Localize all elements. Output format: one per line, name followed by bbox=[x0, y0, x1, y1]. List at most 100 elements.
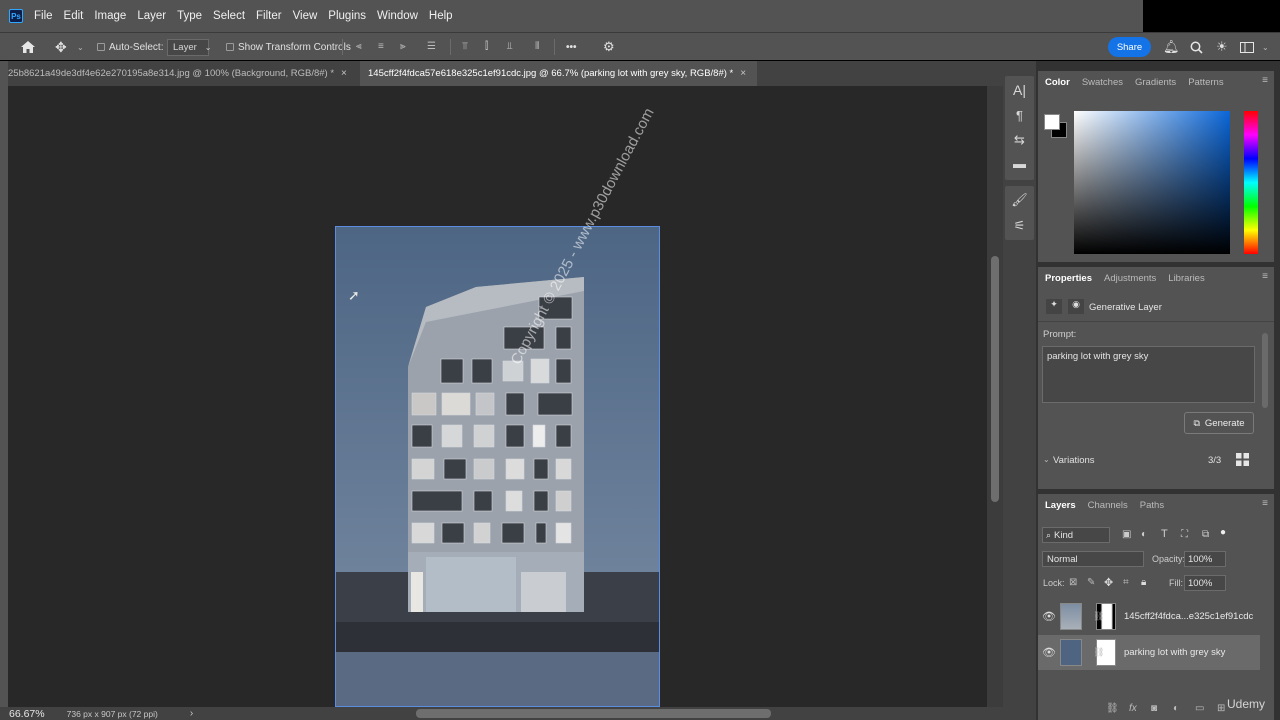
distribute-icon[interactable]: ☰ bbox=[427, 42, 436, 52]
menu-filter[interactable]: Filter bbox=[256, 10, 282, 22]
smart-object-filter-icon[interactable]: ⧉ bbox=[1202, 529, 1209, 540]
menu-edit[interactable]: Edit bbox=[64, 10, 84, 22]
align-center-icon[interactable]: ≡ bbox=[378, 42, 387, 52]
lock-artboard-icon[interactable]: ⌗ bbox=[1123, 577, 1129, 588]
lock-position-icon[interactable]: ✥ bbox=[1104, 576, 1113, 589]
lock-all-icon[interactable]: 🔒︎ bbox=[1141, 577, 1146, 588]
align-left-icon[interactable]: ⫷ bbox=[356, 42, 365, 52]
menu-help[interactable]: Help bbox=[429, 10, 453, 22]
status-arrow-icon[interactable]: › bbox=[190, 708, 193, 719]
fx-icon[interactable]: fx bbox=[1129, 703, 1137, 714]
tab-document-1[interactable]: 25b8621a49de3df4e62e270195a8e314.jpg @ 1… bbox=[8, 61, 356, 86]
eye-icon[interactable]: 👁︎ bbox=[1038, 646, 1060, 659]
tab-channels[interactable]: Channels bbox=[1088, 500, 1128, 511]
grid-view-icon[interactable] bbox=[1236, 453, 1249, 466]
menu-view[interactable]: View bbox=[293, 10, 318, 22]
bell-icon[interactable]: 🔔︎ bbox=[1163, 33, 1180, 61]
menu-window[interactable]: Window bbox=[377, 10, 418, 22]
layer-name[interactable]: parking lot with grey sky bbox=[1124, 647, 1225, 658]
menu-image[interactable]: Image bbox=[94, 10, 126, 22]
vertical-scrollbar-thumb[interactable] bbox=[991, 256, 999, 502]
blend-mode-select[interactable]: Normal bbox=[1042, 551, 1144, 567]
move-tool-icon[interactable]: ✥ bbox=[55, 33, 67, 61]
document-info[interactable]: 736 px x 907 px (72 ppi) bbox=[67, 709, 158, 719]
layer-row[interactable]: 👁︎ ⛓ 145cff2f4fdca...e325c1ef91cdc bbox=[1038, 599, 1260, 634]
tab-document-2[interactable]: 145cff2f4fdca57e618e325c1ef91cdc.jpg @ 6… bbox=[360, 61, 757, 86]
tab-paths[interactable]: Paths bbox=[1140, 500, 1164, 511]
opacity-input[interactable]: 100% bbox=[1184, 551, 1226, 567]
tab-patterns[interactable]: Patterns bbox=[1188, 77, 1223, 88]
tab-adjustments[interactable]: Adjustments bbox=[1104, 273, 1156, 284]
brush-icon[interactable]: 🖌︎ bbox=[1011, 191, 1028, 208]
layer-select[interactable]: Layer ⌄ bbox=[167, 39, 211, 56]
close-icon[interactable]: × bbox=[740, 68, 746, 79]
type-filter-icon[interactable]: T bbox=[1161, 528, 1168, 540]
chevron-down-icon[interactable]: ⌄ bbox=[1043, 455, 1050, 464]
panel-menu-icon[interactable]: ≡ bbox=[1262, 75, 1268, 86]
tab-layers[interactable]: Layers bbox=[1045, 500, 1076, 511]
character-icon[interactable]: A| bbox=[1011, 82, 1028, 99]
layer-name[interactable]: 145cff2f4fdca...e325c1ef91cdc bbox=[1124, 611, 1253, 622]
link-icon[interactable]: ⛓ bbox=[1093, 647, 1104, 658]
lock-transparent-icon[interactable]: ⊠ bbox=[1069, 577, 1077, 588]
link-icon[interactable]: ⛓ bbox=[1093, 611, 1104, 622]
tab-properties[interactable]: Properties bbox=[1045, 273, 1092, 284]
home-icon[interactable] bbox=[20, 33, 36, 61]
tab-libraries[interactable]: Libraries bbox=[1168, 273, 1204, 284]
lightbulb-icon[interactable]: ☀ bbox=[1216, 33, 1228, 61]
search-icon[interactable] bbox=[1190, 33, 1203, 61]
share-button[interactable]: Share bbox=[1108, 37, 1151, 57]
add-mask-icon[interactable]: ◙ bbox=[1151, 703, 1157, 714]
shape-filter-icon[interactable]: ⛶ bbox=[1181, 529, 1188, 540]
tab-gradients[interactable]: Gradients bbox=[1135, 77, 1176, 88]
properties-scrollbar-thumb[interactable] bbox=[1262, 333, 1268, 408]
adjustment-layer-icon[interactable]: ◐ bbox=[1173, 703, 1179, 714]
paragraph-icon[interactable]: ¶ bbox=[1011, 107, 1028, 124]
panel-menu-icon[interactable]: ≡ bbox=[1262, 271, 1268, 282]
eye-icon[interactable]: 👁︎ bbox=[1038, 610, 1060, 623]
prompt-input[interactable]: parking lot with grey sky bbox=[1042, 346, 1255, 403]
gear-icon[interactable]: ⚙ bbox=[603, 33, 615, 61]
chevron-down-icon[interactable]: ⌄ bbox=[1262, 33, 1269, 61]
generate-button[interactable]: ⧉ Generate bbox=[1184, 412, 1254, 434]
align-top-icon[interactable]: ⫪ bbox=[462, 42, 471, 52]
menu-layer[interactable]: Layer bbox=[137, 10, 166, 22]
align-right-icon[interactable]: ⫸ bbox=[400, 42, 409, 52]
align-middle-icon[interactable]: ⫿ bbox=[485, 42, 494, 52]
image-filter-icon[interactable]: ▣ bbox=[1122, 529, 1131, 540]
menu-select[interactable]: Select bbox=[213, 10, 245, 22]
comment-icon[interactable]: ▬ bbox=[1011, 155, 1028, 172]
color-picker-field[interactable] bbox=[1074, 111, 1230, 254]
link-layers-icon[interactable]: ⛓ bbox=[1106, 703, 1119, 714]
foreground-color-swatch[interactable] bbox=[1044, 114, 1060, 130]
auto-select-checkbox[interactable]: Auto-Select: bbox=[97, 33, 163, 61]
close-icon[interactable]: × bbox=[341, 68, 347, 79]
document-canvas[interactable] bbox=[335, 226, 660, 707]
workspace-icon[interactable] bbox=[1240, 33, 1254, 61]
align-bottom-icon[interactable]: ⫫ bbox=[507, 42, 516, 52]
chevron-down-icon[interactable]: ⌄ bbox=[77, 33, 84, 61]
adjustment-filter-icon[interactable]: ◐ bbox=[1141, 529, 1147, 540]
more-options-button[interactable]: ••• bbox=[566, 33, 577, 61]
horizontal-scrollbar-thumb[interactable] bbox=[416, 709, 771, 718]
zoom-level[interactable]: 66.67% bbox=[9, 708, 45, 720]
lock-image-icon[interactable]: ✎ bbox=[1087, 577, 1095, 588]
menu-plugins[interactable]: Plugins bbox=[328, 10, 366, 22]
show-transform-checkbox[interactable]: Show Transform Controls bbox=[226, 33, 351, 61]
panel-menu-icon[interactable]: ≡ bbox=[1262, 498, 1268, 509]
hue-slider[interactable] bbox=[1244, 111, 1258, 254]
adjustments-icon[interactable]: ⚟ bbox=[1011, 217, 1028, 234]
layer-row-selected[interactable]: 👁︎ ⛓ parking lot with grey sky bbox=[1038, 635, 1260, 670]
menu-type[interactable]: Type bbox=[177, 10, 202, 22]
filter-kind-select[interactable]: ⌕ Kind bbox=[1042, 527, 1110, 543]
tab-color[interactable]: Color bbox=[1045, 77, 1070, 88]
history-icon[interactable]: ⇆ bbox=[1011, 131, 1028, 148]
variations-label[interactable]: Variations bbox=[1053, 455, 1095, 466]
fill-input[interactable]: 100% bbox=[1184, 575, 1226, 591]
group-icon[interactable]: ▭ bbox=[1195, 703, 1204, 714]
new-layer-icon[interactable]: ⊞ bbox=[1217, 703, 1225, 714]
distribute-vertical-icon[interactable]: ⦀ bbox=[535, 42, 544, 52]
menu-file[interactable]: File bbox=[34, 10, 53, 22]
filter-toggle-icon[interactable]: ● bbox=[1220, 527, 1226, 538]
tab-swatches[interactable]: Swatches bbox=[1082, 77, 1123, 88]
